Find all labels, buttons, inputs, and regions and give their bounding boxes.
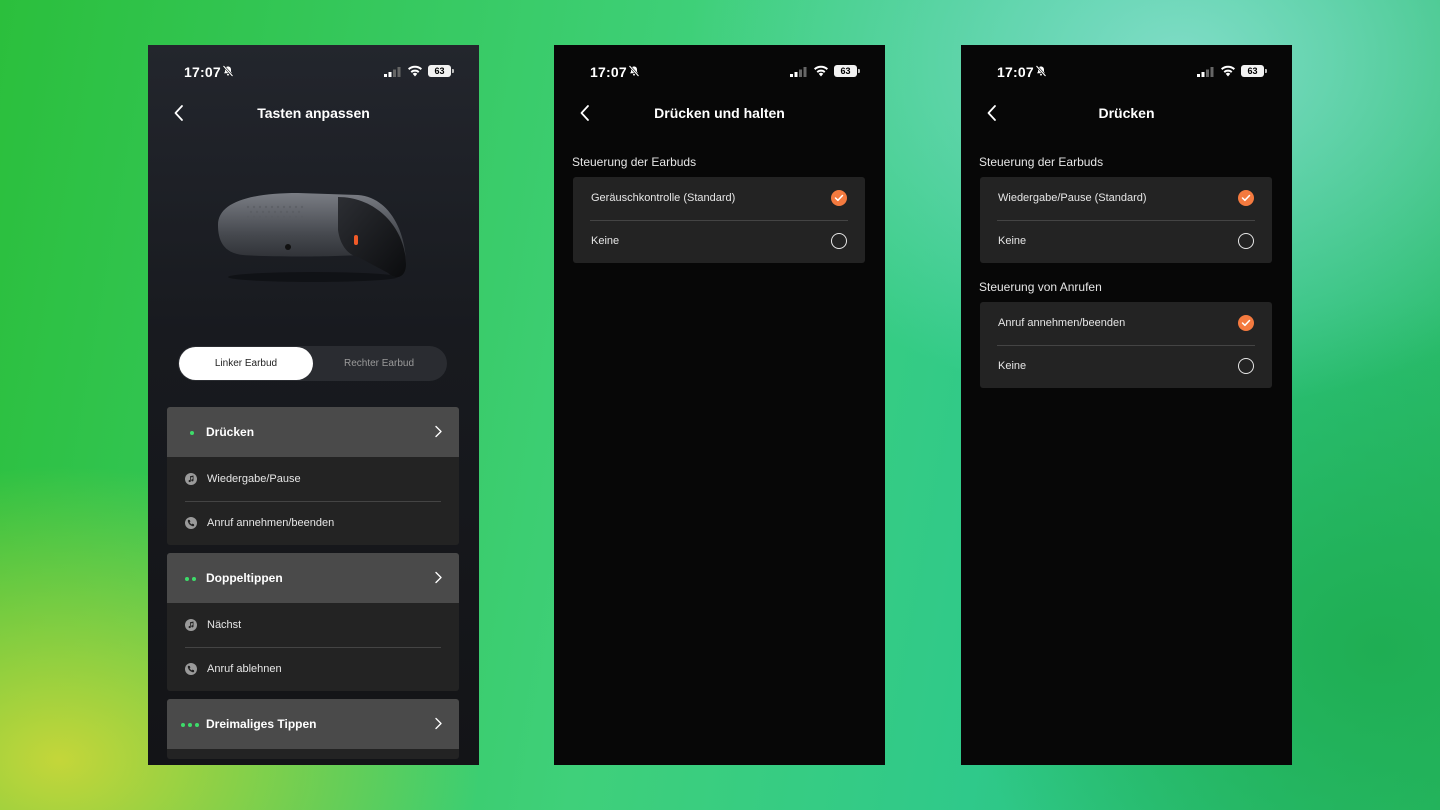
nav-bar: Drücken	[961, 101, 1292, 125]
bell-muted-icon	[1035, 65, 1047, 77]
wifi-icon	[1221, 65, 1235, 77]
gesture-group-triple-tap: Dreimaliges Tippen	[167, 699, 459, 759]
status-time: 17:07	[997, 64, 1034, 80]
list-item: Wiedergabe/Pause	[167, 457, 459, 501]
bell-muted-icon	[628, 65, 640, 77]
status-time: 17:07	[184, 64, 221, 80]
divider	[997, 345, 1255, 346]
phone-screen-press: 17:07 63 Drücken Steuerung der Earbuds W…	[961, 45, 1292, 765]
page-title: Drücken und halten	[654, 105, 785, 121]
tab-right-earbud[interactable]: Rechter Earbud	[312, 347, 446, 380]
bell-muted-icon	[222, 65, 234, 77]
option-none[interactable]: Keine	[980, 345, 1272, 388]
options-card-calls: Anruf annehmen/beenden Keine	[980, 302, 1272, 388]
chevron-right-icon	[435, 571, 442, 584]
status-time: 17:07	[590, 64, 627, 80]
divider	[185, 501, 441, 502]
phone-screen-press-and-hold: 17:07 63 Drücken und halten Steuerung de…	[554, 45, 885, 765]
chevron-right-icon	[435, 717, 442, 730]
tab-left-earbud[interactable]: Linker Earbud	[179, 347, 313, 380]
music-note-icon	[185, 473, 197, 485]
divider	[590, 220, 848, 221]
battery-icon: 63	[1241, 65, 1267, 77]
gesture-header-double-tap[interactable]: Doppeltippen	[167, 553, 459, 603]
phone-icon	[185, 663, 197, 675]
phone-screen-customize-buttons: 17:07 63 Tasten anpassen Linker Earbud R…	[148, 45, 479, 765]
gesture-header-press[interactable]: Drücken	[167, 407, 459, 457]
battery-icon: 63	[834, 65, 860, 77]
earbud-product-image	[218, 193, 406, 282]
page-title: Drücken	[1098, 105, 1155, 121]
gesture-header-triple-tap[interactable]: Dreimaliges Tippen	[167, 699, 459, 749]
options-card: Geräuschkontrolle (Standard) Keine	[573, 177, 865, 263]
divider	[997, 220, 1255, 221]
gesture-title: Dreimaliges Tippen	[206, 717, 317, 731]
music-note-icon	[185, 619, 197, 631]
chevron-right-icon	[435, 425, 442, 438]
page-title: Tasten anpassen	[257, 105, 370, 121]
radio-unselected-icon	[1238, 358, 1254, 374]
list-item: Nächst	[167, 603, 459, 647]
phone-icon	[185, 517, 197, 529]
nav-bar: Tasten anpassen	[148, 101, 479, 125]
status-bar: 17:07 63	[554, 64, 885, 80]
cellular-signal-icon	[1197, 67, 1214, 77]
status-bar: 17:07 63	[961, 64, 1292, 80]
option-none[interactable]: Keine	[980, 220, 1272, 263]
section-title: Steuerung der Earbuds	[572, 155, 697, 169]
wifi-icon	[408, 65, 422, 77]
section-title: Steuerung der Earbuds	[979, 155, 1104, 169]
cellular-signal-icon	[384, 67, 401, 77]
list-item: Anruf annehmen/beenden	[167, 501, 459, 545]
option-none[interactable]: Keine	[573, 220, 865, 263]
radio-unselected-icon	[1238, 233, 1254, 249]
radio-unselected-icon	[831, 233, 847, 249]
cellular-signal-icon	[790, 67, 807, 77]
gesture-title: Doppeltippen	[206, 571, 283, 585]
battery-icon: 63	[428, 65, 454, 77]
options-card-earbuds: Wiedergabe/Pause (Standard) Keine	[980, 177, 1272, 263]
checkmark-selected-icon	[1238, 190, 1254, 206]
earbud-selector: Linker Earbud Rechter Earbud	[178, 346, 447, 381]
wifi-icon	[814, 65, 828, 77]
gesture-group-press: Drücken Wiedergabe/Pause Anruf annehmen/…	[167, 407, 459, 545]
nav-bar: Drücken und halten	[554, 101, 885, 125]
status-bar: 17:07 63	[148, 64, 479, 80]
checkmark-selected-icon	[831, 190, 847, 206]
section-title: Steuerung von Anrufen	[979, 280, 1102, 294]
option-play-pause[interactable]: Wiedergabe/Pause (Standard)	[980, 177, 1272, 220]
list-item: Anruf ablehnen	[167, 647, 459, 691]
option-answer-end-call[interactable]: Anruf annehmen/beenden	[980, 302, 1272, 345]
gesture-group-double-tap: Doppeltippen Nächst Anruf ablehnen	[167, 553, 459, 691]
checkmark-selected-icon	[1238, 315, 1254, 331]
gesture-title: Drücken	[206, 425, 255, 439]
option-noise-control[interactable]: Geräuschkontrolle (Standard)	[573, 177, 865, 220]
divider	[185, 647, 441, 648]
